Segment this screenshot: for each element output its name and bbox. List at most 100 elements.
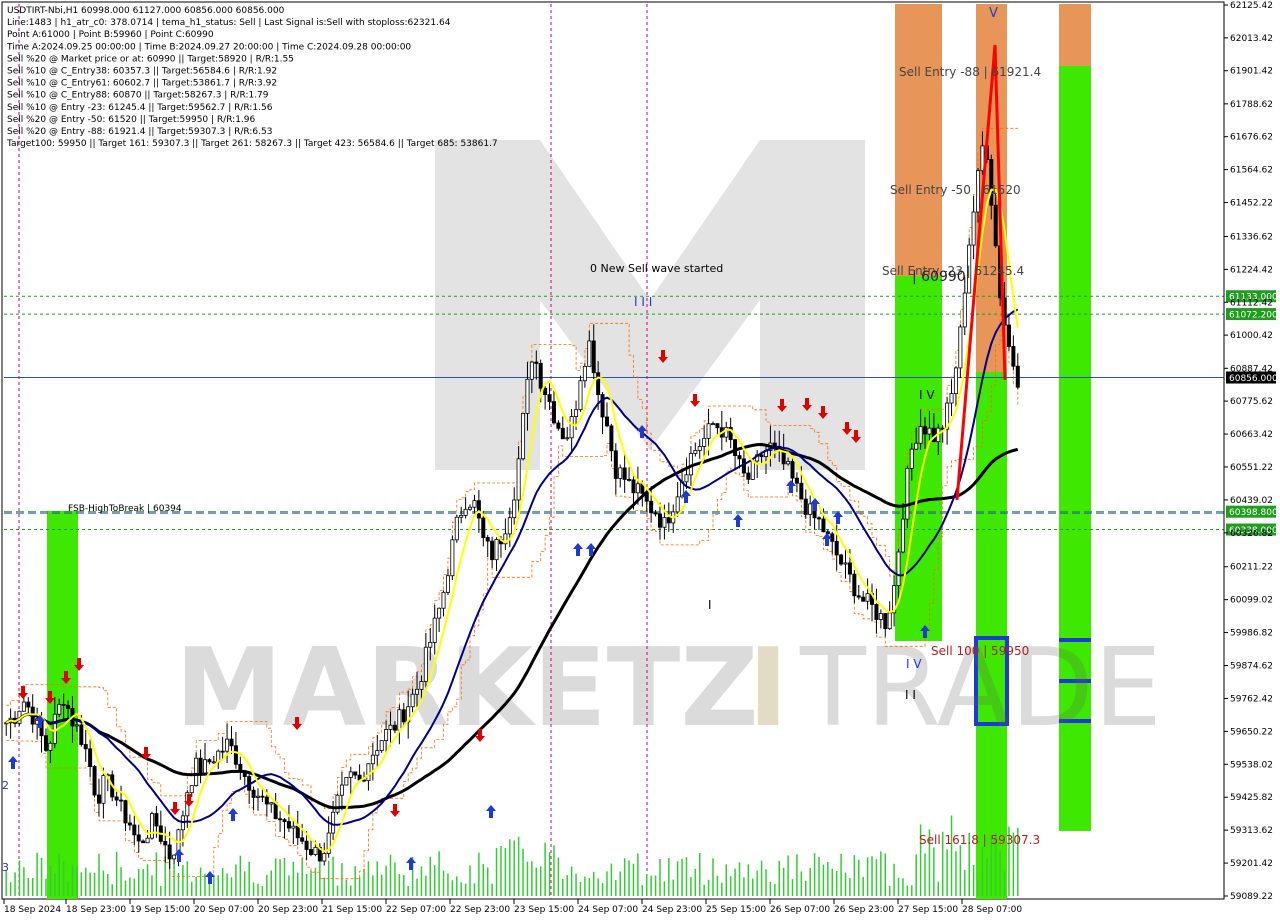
candle-body <box>309 849 314 855</box>
candle-body <box>145 837 150 844</box>
candle-body <box>132 824 137 836</box>
candle-body <box>786 461 791 465</box>
candle-body <box>622 467 627 480</box>
candle-body <box>1011 346 1016 367</box>
candle-body <box>1006 324 1011 347</box>
candle-body <box>666 517 671 524</box>
chart-window[interactable]: MARKETZ I TRADE 61133.000 61072.200 60856.… <box>0 0 1280 920</box>
candle-body <box>375 750 380 756</box>
candle-body <box>189 785 194 794</box>
candle-body <box>551 401 556 424</box>
wave-iv-label-2: I V <box>906 657 922 671</box>
info-line: Sell %20 @ Entry -50: 61520 || Target:59… <box>7 115 256 125</box>
candle-body <box>291 825 296 829</box>
candle-body <box>799 482 804 500</box>
candle-body <box>556 422 561 429</box>
price-tick-label: 59986.82 <box>1230 629 1273 639</box>
price-tick-label: 60439.02 <box>1230 496 1273 506</box>
price-tick-label: 61336.62 <box>1230 232 1273 242</box>
chart-svg[interactable]: MARKETZ I TRADE 61133.00061072.20060856.… <box>0 0 1280 920</box>
candle-body <box>887 612 892 630</box>
candle-body <box>521 412 526 460</box>
candle-body <box>123 800 128 824</box>
candle-body <box>397 709 402 731</box>
candle-body <box>366 763 371 782</box>
info-line: Sell %10 @ C_Entry88: 60870 || Target:58… <box>7 91 269 101</box>
price-axis: 62125.42 62013.42 61901.42 61788.62 61676.62… <box>1223 1 1273 902</box>
candle-body <box>392 724 397 731</box>
candle-body <box>88 748 93 767</box>
candle-body <box>657 513 662 528</box>
sell-100-label: Sell 100 | 59950 <box>931 644 1029 658</box>
price-tick-label: 60887.42 <box>1230 364 1273 374</box>
left-marker-2: 2 <box>2 779 9 792</box>
price-tick-label: 60551.22 <box>1230 463 1273 473</box>
candle-body <box>295 825 300 839</box>
price-tick-label: 59874.62 <box>1230 662 1273 672</box>
time-tick-label: 20 Sep 07:00 <box>194 905 254 915</box>
candle-body <box>286 821 291 829</box>
candle-body <box>410 693 415 708</box>
candle-body <box>163 840 168 846</box>
candle-body <box>914 442 919 450</box>
candle-body <box>74 724 79 727</box>
candle-body <box>481 517 486 538</box>
candle-body <box>878 613 883 620</box>
candle-body <box>154 813 159 827</box>
candle-body <box>631 479 636 494</box>
candle-body <box>905 467 910 520</box>
candle-body <box>26 701 31 708</box>
candle-body <box>251 789 256 798</box>
candle-body <box>1015 365 1020 388</box>
time-tick-label: 19 Sep 15:00 <box>130 905 190 915</box>
candle-body <box>759 454 764 458</box>
candle-body <box>896 551 901 587</box>
candle-body <box>958 326 963 369</box>
candle-body <box>198 757 203 775</box>
orange-zone-1 <box>895 4 942 276</box>
candle-body <box>733 439 738 456</box>
price-tick-label: 60663.42 <box>1230 430 1273 440</box>
wave-i-label: I <box>708 598 712 612</box>
price-level-label: 61072.200 <box>1229 311 1278 321</box>
candle-body <box>141 840 146 844</box>
candle-body <box>428 642 433 648</box>
wave-iii-label: I I I <box>634 295 652 309</box>
candle-body <box>569 416 574 439</box>
candle-body <box>96 794 101 804</box>
price-tick-label: 60099.02 <box>1230 596 1273 606</box>
candle-body <box>635 483 640 494</box>
candle-body <box>604 416 609 427</box>
candle-body <box>817 517 822 520</box>
candle-body <box>927 427 932 435</box>
candle-body <box>710 423 715 426</box>
candle-body <box>693 450 698 454</box>
candle-body <box>476 500 481 519</box>
time-tick-label: 26 Sep 07:00 <box>770 905 830 915</box>
candle-body <box>468 506 473 510</box>
candle-body <box>596 372 601 395</box>
candle-body <box>803 498 808 515</box>
price-tick-label: 61000.42 <box>1230 331 1273 341</box>
price-tick-label: 60326.82 <box>1230 529 1273 539</box>
candle-body <box>883 613 888 630</box>
time-tick-label: 20 Sep 23:00 <box>258 905 318 915</box>
price-tick-label: 61788.62 <box>1230 100 1273 110</box>
candle-body <box>322 853 327 862</box>
candle-body <box>794 477 799 484</box>
price-tick-label: 59538.02 <box>1230 760 1273 770</box>
price-tick-label: 60775.62 <box>1230 397 1273 407</box>
candle-body <box>715 423 720 429</box>
candle-body <box>591 340 596 374</box>
candle-body <box>362 779 367 782</box>
point-c-label: | 60990 <box>912 269 966 285</box>
candle-body <box>856 595 861 598</box>
info-line: Time A:2024.09.25 00:00:00 | Time B:2024… <box>6 42 411 52</box>
candle-body <box>255 795 260 798</box>
price-tick-label: 59201.42 <box>1230 859 1273 869</box>
candle-body <box>843 562 848 565</box>
candle-body <box>79 724 84 745</box>
price-tick-label: 59425.82 <box>1230 793 1273 803</box>
candle-body <box>172 854 177 860</box>
price-tick-label: 59762.42 <box>1230 694 1273 704</box>
